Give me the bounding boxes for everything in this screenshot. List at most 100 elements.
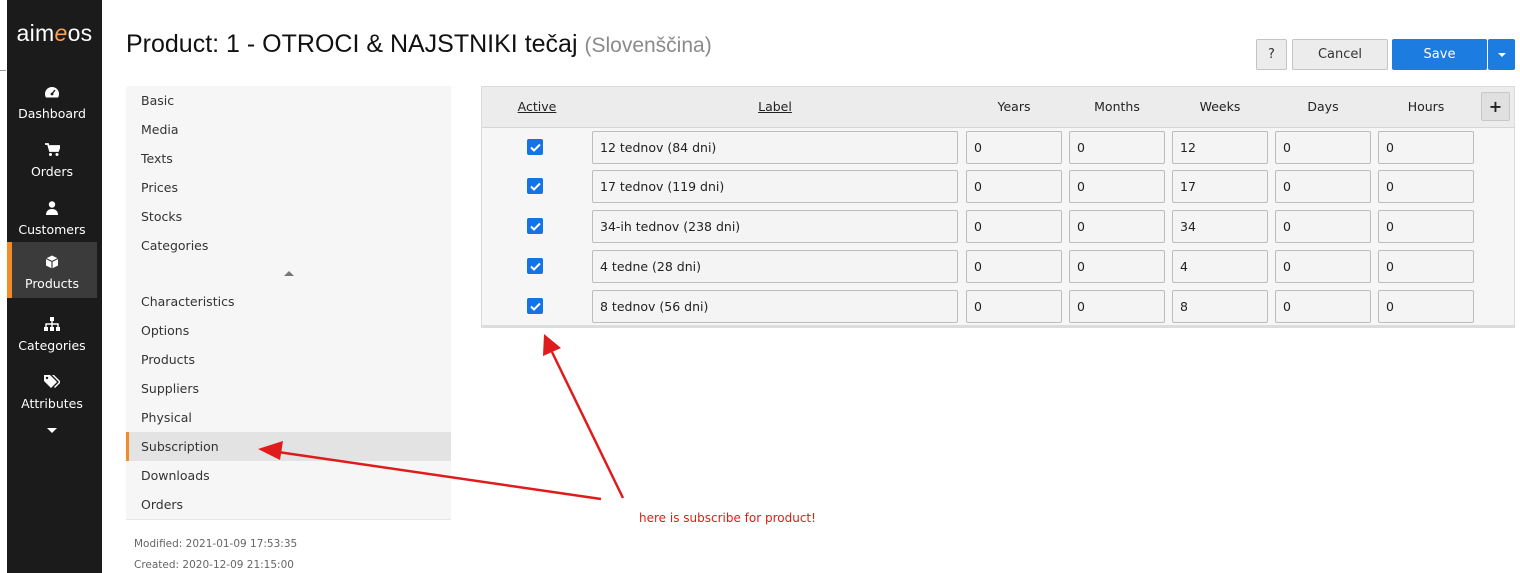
sidebar-item-label: Orders <box>30 164 74 179</box>
caret-down-icon <box>1497 52 1506 57</box>
aimeos-logo[interactable]: aimeos <box>7 20 102 47</box>
active-checkbox[interactable] <box>527 178 543 194</box>
weeks-input[interactable]: 34 <box>1172 210 1268 243</box>
sidebar-item-dashboard[interactable]: Dashboard <box>7 72 97 128</box>
table-bottom-border <box>482 325 1514 327</box>
caret-up-icon[interactable] <box>284 271 294 276</box>
active-checkbox[interactable] <box>527 139 543 155</box>
product-title: Product: 1 - OTROCI & NAJSTNIKI tečaj <box>126 30 578 58</box>
months-input[interactable]: 0 <box>1069 250 1165 283</box>
column-header-months: Months <box>1094 99 1140 114</box>
days-input[interactable]: 0 <box>1275 131 1371 164</box>
weeks-input[interactable]: 12 <box>1172 131 1268 164</box>
months-input[interactable]: 0 <box>1069 210 1165 243</box>
tags-icon <box>7 374 97 390</box>
label-input[interactable]: 12 tednov (84 dni) <box>592 131 958 164</box>
sidebar-item-label: Products <box>25 276 79 291</box>
hours-input[interactable]: 0 <box>1378 170 1474 203</box>
label-input[interactable]: 34-ih tednov (238 dni) <box>592 210 958 243</box>
sidebar-item-customers[interactable]: Customers <box>7 188 97 244</box>
subnav-item-suppliers[interactable]: Suppliers <box>126 374 451 403</box>
dashboard-icon <box>7 84 97 100</box>
sidebar-item-label: Categories <box>18 338 86 353</box>
page-title: Product: 1 - OTROCI & NAJSTNIKI tečaj (S… <box>126 30 712 59</box>
weeks-input[interactable]: 17 <box>1172 170 1268 203</box>
save-button[interactable]: Save <box>1392 39 1487 70</box>
months-input[interactable]: 0 <box>1069 131 1165 164</box>
box-icon <box>7 254 97 270</box>
created-date: Created: 2020-12-09 21:15:00 <box>134 559 294 571</box>
sidebar-item-categories[interactable]: Categories <box>7 304 97 360</box>
sidebar-item-label: Customers <box>18 222 86 237</box>
subnav-item-options[interactable]: Options <box>126 316 451 345</box>
column-header-weeks: Weeks <box>1199 99 1241 114</box>
years-input[interactable]: 0 <box>966 170 1062 203</box>
table-row: 8 tednov (56 dni) 0 0 8 0 0 <box>482 287 1514 327</box>
days-input[interactable]: 0 <box>1275 170 1371 203</box>
months-input[interactable]: 0 <box>1069 170 1165 203</box>
check-icon <box>529 182 541 191</box>
subnav-item-subscription[interactable]: Subscription <box>126 432 451 461</box>
subnav-item-stocks[interactable]: Stocks <box>126 202 451 231</box>
main-sidebar: aimeos Dashboard Orders Customers Produc… <box>7 0 102 573</box>
cancel-button[interactable]: Cancel <box>1292 39 1388 70</box>
sitemap-icon <box>7 316 97 332</box>
subnav-item-products[interactable]: Products <box>126 345 451 374</box>
months-input[interactable]: 0 <box>1069 290 1165 323</box>
hours-input[interactable]: 0 <box>1378 250 1474 283</box>
subnav-item-prices[interactable]: Prices <box>126 173 451 202</box>
sidebar-item-orders[interactable]: Orders <box>7 130 97 186</box>
subscription-table: Active Label Years Months Weeks Days Hou… <box>481 86 1515 328</box>
days-input[interactable]: 0 <box>1275 250 1371 283</box>
caret-down-icon[interactable] <box>47 428 57 433</box>
add-row-button[interactable]: + <box>1481 92 1510 121</box>
table-row: 4 tedne (28 dni) 0 0 4 0 0 <box>482 247 1514 287</box>
check-icon <box>529 262 541 271</box>
subnav-item-physical[interactable]: Physical <box>126 403 451 432</box>
column-header-label[interactable]: Label <box>725 99 825 114</box>
years-input[interactable]: 0 <box>966 290 1062 323</box>
subnav-item-orders[interactable]: Orders <box>126 490 451 519</box>
label-input[interactable]: 8 tednov (56 dni) <box>592 290 958 323</box>
edge-tick <box>0 70 6 71</box>
table-row: 34-ih tednov (238 dni) 0 0 34 0 0 <box>482 207 1514 247</box>
sidebar-item-products[interactable]: Products <box>7 242 97 298</box>
label-input[interactable]: 17 tednov (119 dni) <box>592 170 958 203</box>
active-checkbox[interactable] <box>527 258 543 274</box>
weeks-input[interactable]: 8 <box>1172 290 1268 323</box>
days-input[interactable]: 0 <box>1275 290 1371 323</box>
help-button[interactable]: ? <box>1256 39 1287 70</box>
subnav-item-media[interactable]: Media <box>126 115 451 144</box>
years-input[interactable]: 0 <box>966 210 1062 243</box>
check-icon <box>529 222 541 231</box>
years-input[interactable]: 0 <box>966 250 1062 283</box>
subnav-item-downloads[interactable]: Downloads <box>126 461 451 490</box>
hours-input[interactable]: 0 <box>1378 131 1474 164</box>
product-subnav: Basic Media Texts Prices Stocks Categori… <box>126 86 451 520</box>
table-row: 12 tednov (84 dni) 0 0 12 0 0 <box>482 128 1514 168</box>
days-input[interactable]: 0 <box>1275 210 1371 243</box>
hours-input[interactable]: 0 <box>1378 210 1474 243</box>
sidebar-item-label: Attributes <box>21 396 83 411</box>
save-dropdown-button[interactable] <box>1488 39 1515 70</box>
modified-date: Modified: 2021-01-09 17:53:35 <box>134 538 298 550</box>
check-icon <box>529 143 541 152</box>
years-input[interactable]: 0 <box>966 131 1062 164</box>
table-header: Active Label Years Months Weeks Days Hou… <box>482 87 1514 128</box>
active-checkbox[interactable] <box>527 298 543 314</box>
active-checkbox[interactable] <box>527 218 543 234</box>
label-input[interactable]: 4 tedne (28 dni) <box>592 250 958 283</box>
column-header-active[interactable]: Active <box>512 99 562 114</box>
weeks-input[interactable]: 4 <box>1172 250 1268 283</box>
sidebar-item-attributes[interactable]: Attributes <box>7 362 97 418</box>
hours-input[interactable]: 0 <box>1378 290 1474 323</box>
subnav-item-categories[interactable]: Categories <box>126 231 451 260</box>
subnav-item-characteristics[interactable]: Characteristics <box>126 287 451 316</box>
column-header-hours: Hours <box>1407 99 1445 114</box>
language-label: (Slovenščina) <box>584 34 712 57</box>
check-icon <box>529 302 541 311</box>
annotation-text: here is subscribe for product! <box>639 511 816 525</box>
column-header-years: Years <box>997 99 1031 114</box>
subnav-item-basic[interactable]: Basic <box>126 86 451 115</box>
subnav-item-texts[interactable]: Texts <box>126 144 451 173</box>
